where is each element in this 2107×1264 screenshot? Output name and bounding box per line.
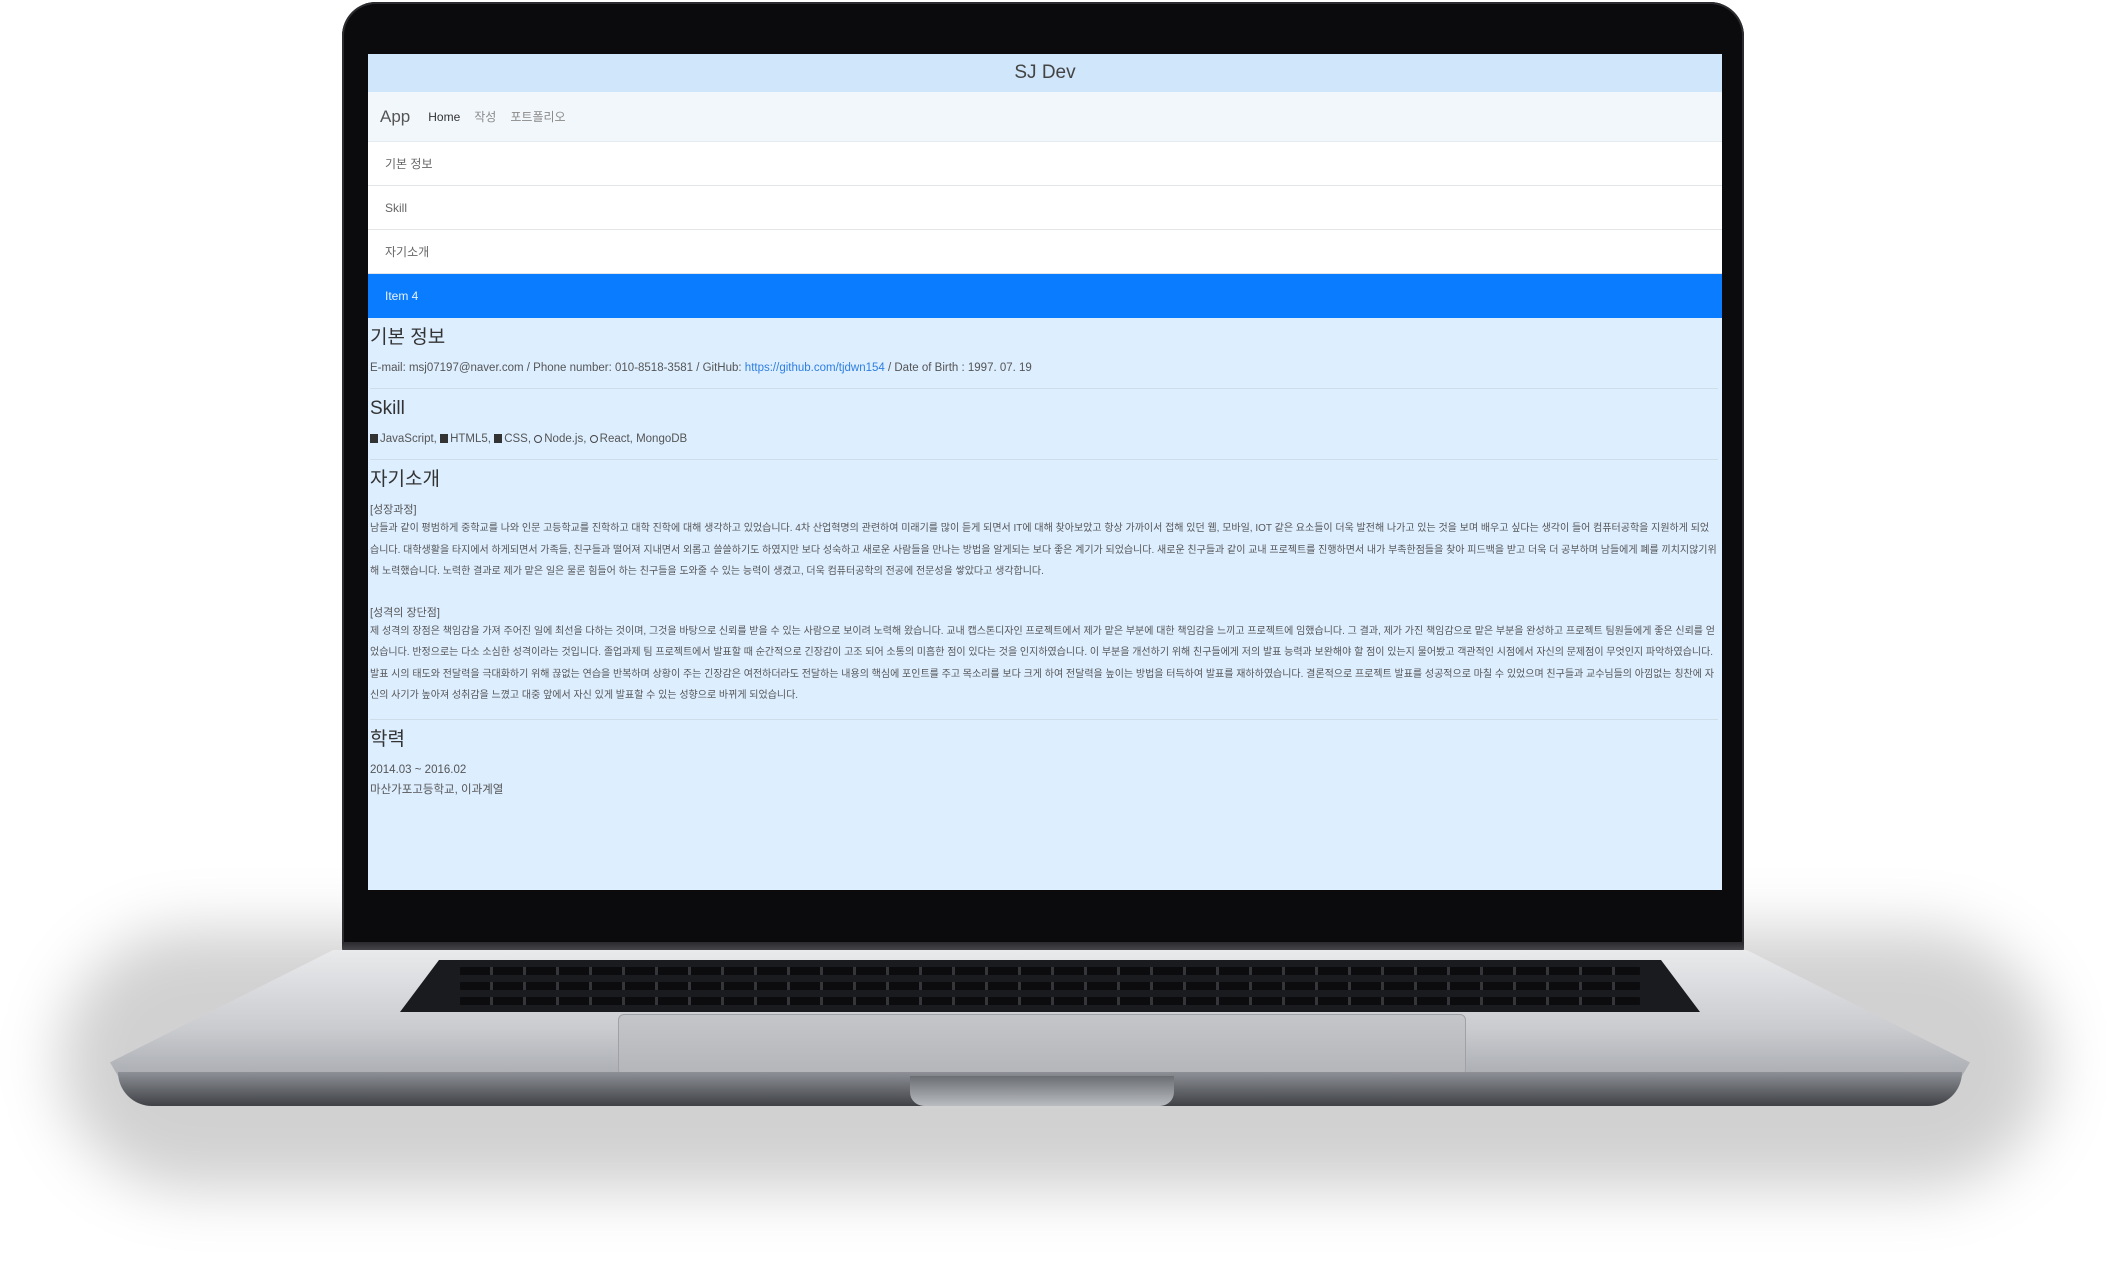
skill-item: React, MongoDB bbox=[599, 433, 688, 445]
css3-icon bbox=[494, 434, 503, 443]
section-list: 기본 정보 Skill 자기소개 Item 4 bbox=[368, 142, 1722, 318]
strength-paragraph: 제 성격의 장점은 책임감을 가져 주어진 일에 최선을 다하는 것이며, 그것… bbox=[370, 625, 1715, 702]
section-basic-info: 기본 정보 E-mail: msj07197@naver.com / Phone… bbox=[370, 324, 1718, 389]
skill-item: HTML5, bbox=[450, 433, 491, 445]
list-item-item-4[interactable]: Item 4 bbox=[368, 274, 1722, 318]
html5-icon bbox=[440, 434, 449, 443]
skill-list: JavaScript, HTML5, CSS, Node.js, React, … bbox=[370, 431, 1718, 447]
education-school: 마산가포고등학교, 이과계열 bbox=[370, 783, 504, 796]
email-text: E-mail: msj07197@naver.com bbox=[370, 362, 524, 374]
separator: / bbox=[523, 362, 534, 374]
navbar-brand[interactable]: App bbox=[380, 107, 410, 127]
skill-item: JavaScript, bbox=[380, 433, 437, 445]
keyboard-row bbox=[460, 981, 1640, 990]
laptop-screen: SJ Dev App Home 작성 포트폴리오 기본 정보 Skill 자기소… bbox=[368, 54, 1722, 890]
section-skill: Skill JavaScript, HTML5, CSS, Node.js, R… bbox=[370, 395, 1718, 460]
nav-link-write[interactable]: 작성 bbox=[474, 108, 496, 125]
window-title-bar: SJ Dev bbox=[368, 54, 1722, 92]
github-link[interactable]: https://github.com/tjdwn154 bbox=[745, 362, 885, 374]
nav-link-portfolio[interactable]: 포트폴리오 bbox=[510, 108, 565, 125]
education-period: 2014.03 ~ 2016.02 bbox=[370, 763, 467, 776]
react-icon bbox=[589, 435, 598, 443]
section-education: 학력 2014.03 ~ 2016.02 마산가포고등학교, 이과계열 bbox=[370, 726, 1718, 812]
javascript-icon bbox=[370, 434, 378, 443]
skill-item: CSS, bbox=[504, 433, 532, 445]
main-content: 기본 정보 E-mail: msj07197@naver.com / Phone… bbox=[368, 324, 1722, 812]
window-title: SJ Dev bbox=[1014, 62, 1076, 83]
birth-text: / Date of Birth : 1997. 07. 19 bbox=[884, 362, 1032, 374]
navbar: App Home 작성 포트폴리오 bbox=[368, 92, 1722, 142]
phone-text: Phone number: 010-8518-3581 bbox=[533, 362, 694, 374]
introduction-title: 자기소개 bbox=[370, 469, 440, 490]
list-item-skill[interactable]: Skill bbox=[368, 186, 1722, 230]
list-item-basic-info[interactable]: 기본 정보 bbox=[368, 142, 1722, 186]
list-item-introduction[interactable]: 자기소개 bbox=[368, 230, 1722, 274]
growth-paragraph: 남들과 같이 평범하게 중학교를 나와 인문 고등학교를 진학하고 대학 진학에… bbox=[370, 523, 1717, 577]
keyboard-row bbox=[460, 966, 1640, 975]
skill-item: Node.js, bbox=[544, 433, 587, 445]
github-label: GitHub: bbox=[702, 362, 745, 374]
education-title: 학력 bbox=[370, 728, 405, 750]
skill-title: Skill bbox=[370, 398, 405, 419]
separator: / bbox=[693, 362, 703, 374]
nav-link-home[interactable]: Home bbox=[428, 110, 460, 124]
strength-heading: [성격의 장단점] bbox=[370, 606, 440, 619]
laptop-trackpad bbox=[618, 1014, 1466, 1076]
growth-heading: [성장과정] bbox=[370, 504, 417, 516]
laptop-keyboard bbox=[400, 960, 1700, 1012]
laptop-opening-notch bbox=[910, 1076, 1174, 1106]
basic-info-title: 기본 정보 bbox=[370, 327, 446, 348]
nodejs-icon bbox=[534, 435, 543, 443]
section-introduction: 자기소개 [성장과정] 남들과 같이 평범하게 중학교를 나와 인문 고등학교를… bbox=[370, 466, 1718, 720]
contact-line: E-mail: msj07197@naver.com / Phone numbe… bbox=[370, 360, 1718, 376]
keyboard-row bbox=[460, 997, 1640, 1006]
